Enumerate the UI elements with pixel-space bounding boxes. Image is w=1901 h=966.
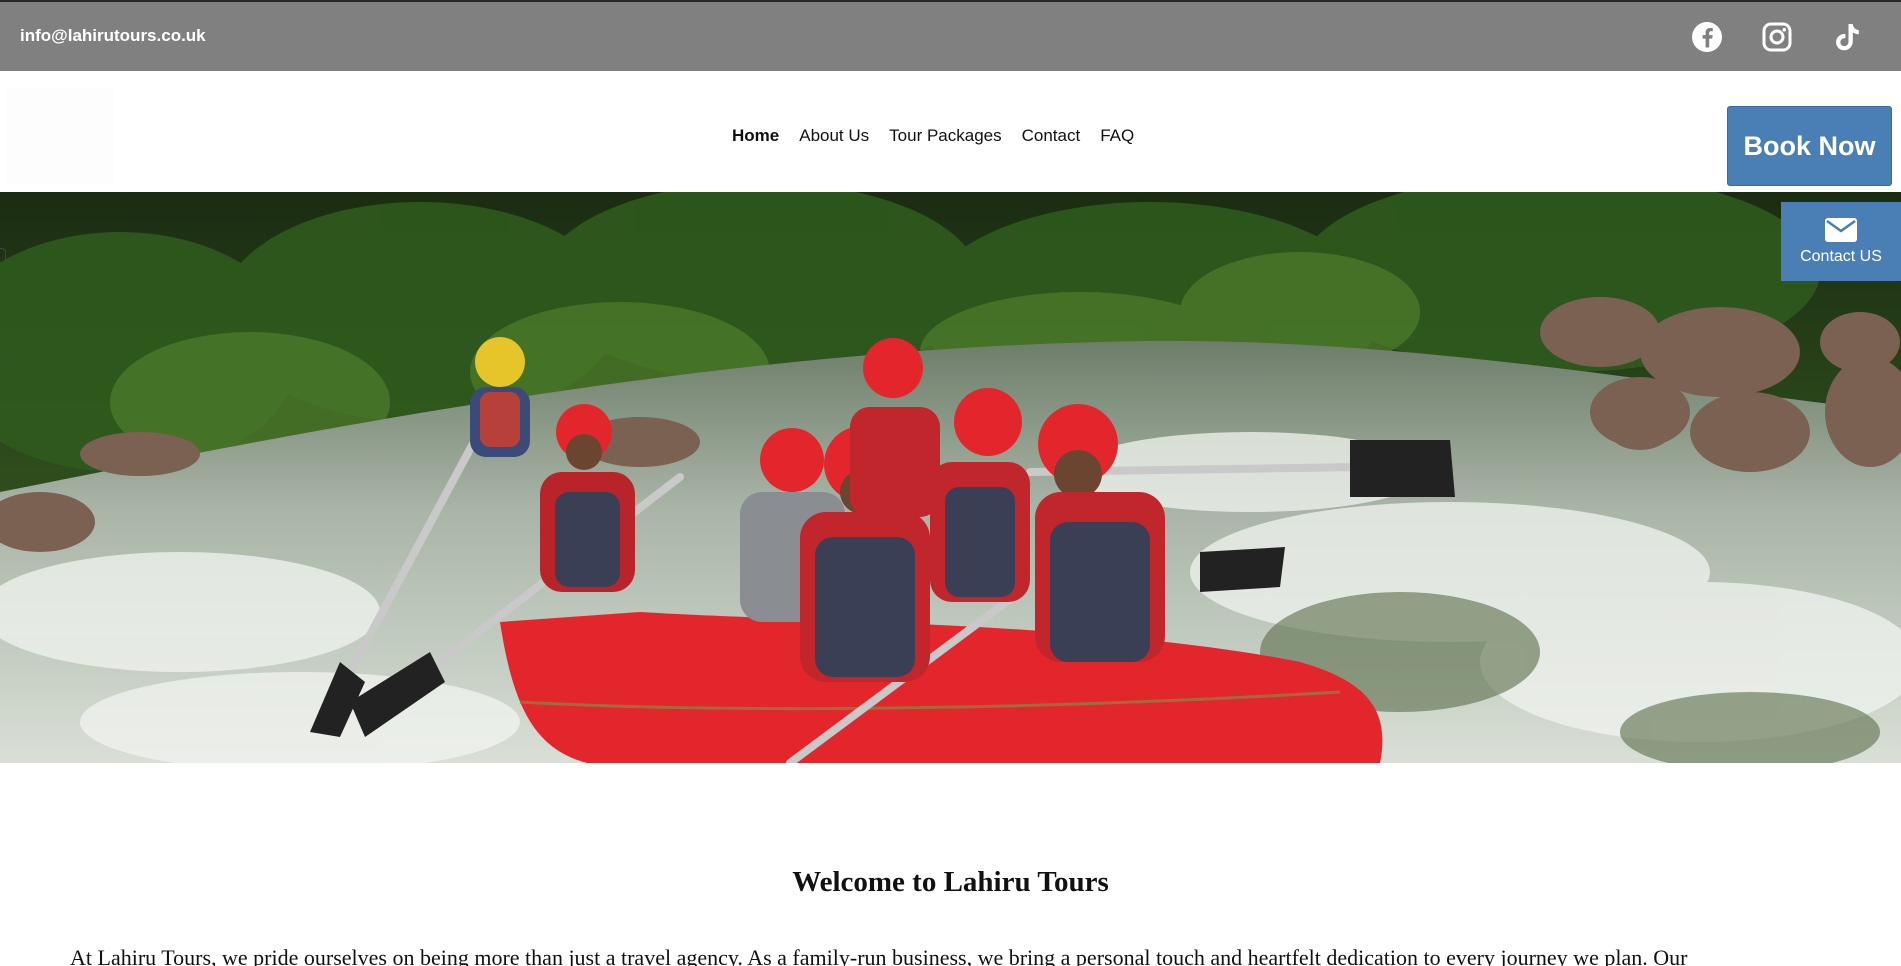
page-title: Welcome to Lahiru Tours [792,866,1109,898]
white-water-rafting-photo [0,192,1901,763]
nav-faq[interactable]: FAQ [1100,126,1134,146]
nav-home[interactable]: Home [732,126,779,146]
side-tab[interactable] [0,248,6,358]
nav-tour-packages[interactable]: Tour Packages [889,126,1001,146]
logo[interactable] [6,87,114,183]
book-now-button[interactable]: Book Now [1727,106,1892,186]
facebook-icon[interactable] [1690,20,1724,54]
tiktok-icon[interactable] [1830,20,1864,54]
nav-contact[interactable]: Contact [1022,126,1081,146]
contact-us-label: Contact US [1800,247,1882,265]
intro-paragraph: At Lahiru Tours, we pride ourselves on b… [70,945,1688,966]
top-bar: info@lahirutours.co.uk [0,0,1901,71]
instagram-icon[interactable] [1760,20,1794,54]
nav-about-us[interactable]: About Us [799,126,869,146]
contact-us-button[interactable]: Contact US [1781,202,1901,281]
hero-image [0,192,1901,763]
envelope-icon [1825,217,1857,242]
main-nav: Home About Us Tour Packages Contact FAQ [732,126,1134,146]
email-link[interactable]: info@lahirutours.co.uk [20,26,206,46]
site-header: Home About Us Tour Packages Contact FAQ [0,71,1901,192]
